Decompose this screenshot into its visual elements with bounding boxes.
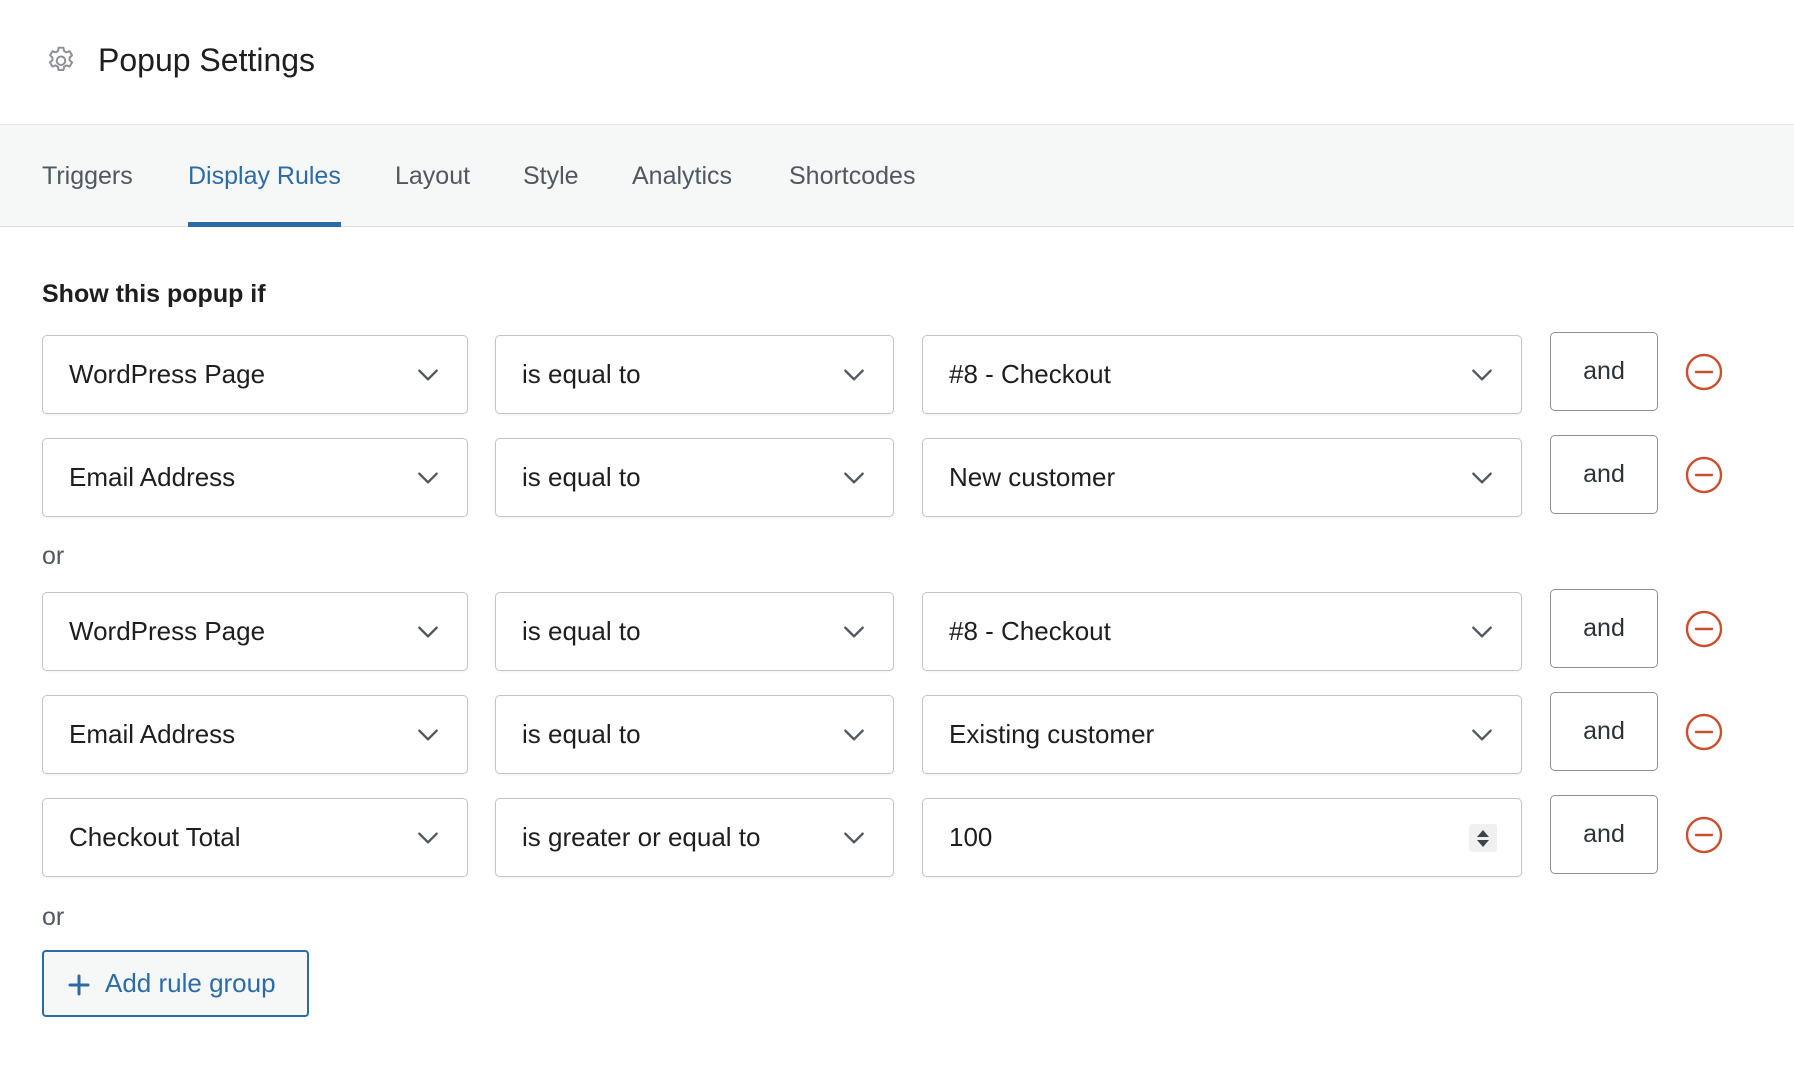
chevron-down-icon xyxy=(844,626,864,638)
remove-rule-icon[interactable] xyxy=(1685,610,1723,648)
add-rule-group-button[interactable]: Add rule group xyxy=(42,950,309,1017)
settings-tabs: Triggers Display Rules Layout Style Anal… xyxy=(0,125,1794,227)
tab-layout[interactable]: Layout xyxy=(395,125,470,227)
rule-value-select[interactable]: #8 - Checkout xyxy=(922,335,1522,414)
add-rule-group-label: Add rule group xyxy=(105,968,276,998)
rule-operator-select[interactable]: is equal to xyxy=(495,695,894,774)
remove-rule-icon[interactable] xyxy=(1685,713,1723,751)
tab-analytics[interactable]: Analytics xyxy=(632,125,732,227)
chevron-down-icon xyxy=(1472,472,1492,484)
chevron-down-icon xyxy=(418,832,438,844)
chevron-down-icon xyxy=(1472,626,1492,638)
gear-icon xyxy=(48,46,74,72)
remove-rule-icon[interactable] xyxy=(1685,353,1723,391)
page-title: Popup Settings xyxy=(98,42,316,78)
rule-operator-value: is equal to xyxy=(522,616,641,646)
rule-operator-value: is equal to xyxy=(522,462,641,492)
rule-value-number-input[interactable]: 100 xyxy=(922,798,1522,877)
chevron-down-icon xyxy=(418,626,438,638)
rule-field-select[interactable]: Checkout Total xyxy=(42,798,468,877)
and-button[interactable]: and xyxy=(1550,795,1658,874)
rule-value-select[interactable]: Existing customer xyxy=(922,695,1522,774)
rule-field-select[interactable]: Email Address xyxy=(42,438,468,517)
rule-field-value: Email Address xyxy=(69,462,236,492)
and-button[interactable]: and xyxy=(1550,692,1658,771)
tab-shortcodes[interactable]: Shortcodes xyxy=(789,125,915,227)
rule-value-value: #8 - Checkout xyxy=(949,359,1111,389)
chevron-down-icon xyxy=(1472,729,1492,741)
rule-field-value: Email Address xyxy=(69,719,236,749)
chevron-down-icon xyxy=(418,729,438,741)
tab-display-rules[interactable]: Display Rules xyxy=(188,125,341,227)
rule-value-value: New customer xyxy=(949,462,1116,492)
chevron-down-icon xyxy=(844,832,864,844)
rule-field-select[interactable]: WordPress Page xyxy=(42,592,468,671)
chevron-down-icon xyxy=(418,369,438,381)
rule-value-value: #8 - Checkout xyxy=(949,616,1111,646)
tab-style[interactable]: Style xyxy=(523,125,579,227)
rule-operator-value: is equal to xyxy=(522,719,641,749)
remove-rule-icon[interactable] xyxy=(1685,456,1723,494)
rule-field-value: WordPress Page xyxy=(69,616,266,646)
chevron-down-icon xyxy=(844,472,864,484)
and-button[interactable]: and xyxy=(1550,589,1658,668)
and-button[interactable]: and xyxy=(1550,435,1658,514)
rule-field-value: Checkout Total xyxy=(69,822,241,852)
plus-icon xyxy=(68,974,90,996)
rule-operator-value: is greater or equal to xyxy=(522,822,761,852)
remove-rule-icon[interactable] xyxy=(1685,816,1723,854)
rule-value-value: Existing customer xyxy=(949,719,1155,749)
chevron-down-icon xyxy=(418,472,438,484)
chevron-down-icon xyxy=(844,729,864,741)
rule-operator-value: is equal to xyxy=(522,359,641,389)
rule-value-select[interactable]: #8 - Checkout xyxy=(922,592,1522,671)
chevron-down-icon xyxy=(844,369,864,381)
or-separator: or xyxy=(42,542,65,570)
rule-operator-select[interactable]: is equal to xyxy=(495,438,894,517)
rules-intro-label: Show this popup if xyxy=(42,280,266,308)
and-button[interactable]: and xyxy=(1550,332,1658,411)
rule-field-select[interactable]: Email Address xyxy=(42,695,468,774)
rule-value-select[interactable]: New customer xyxy=(922,438,1522,517)
or-separator: or xyxy=(42,903,65,931)
rule-field-value: WordPress Page xyxy=(69,359,266,389)
number-spinner-icon[interactable] xyxy=(1469,824,1497,852)
popup-settings-page: Popup Settings Triggers Display Rules La… xyxy=(0,0,1794,1076)
rule-operator-select[interactable]: is equal to xyxy=(495,592,894,671)
rule-field-select[interactable]: WordPress Page xyxy=(42,335,468,414)
chevron-down-icon xyxy=(1472,369,1492,381)
header: Popup Settings xyxy=(0,0,1794,125)
rule-operator-select[interactable]: is equal to xyxy=(495,335,894,414)
tab-triggers[interactable]: Triggers xyxy=(42,125,133,227)
rule-value-value: 100 xyxy=(949,822,993,852)
rule-operator-select[interactable]: is greater or equal to xyxy=(495,798,894,877)
